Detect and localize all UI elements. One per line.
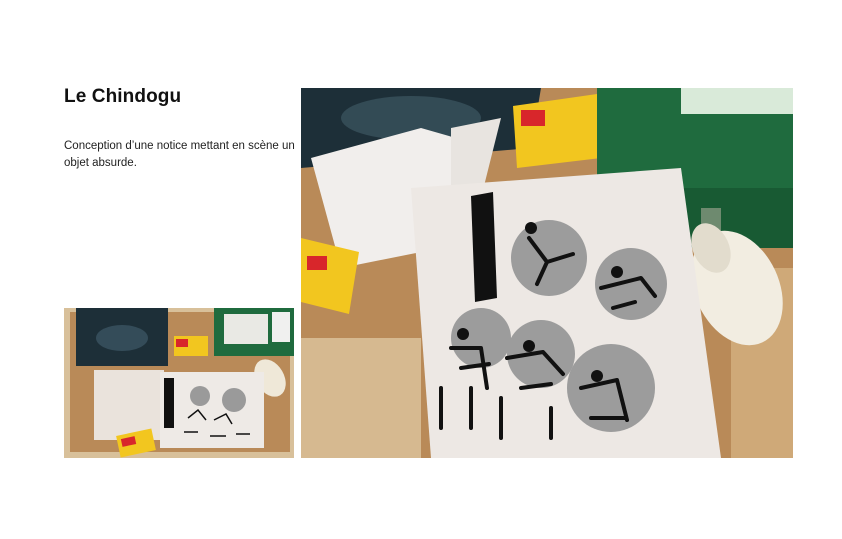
page-title: Le Chindogu [64,86,182,107]
overview-photo-illustration [64,308,294,458]
overview-photo [64,308,294,458]
project-description: Conception d’une notice mettant en scène… [64,140,295,169]
detail-photo [301,88,793,458]
detail-photo-illustration [301,88,793,458]
